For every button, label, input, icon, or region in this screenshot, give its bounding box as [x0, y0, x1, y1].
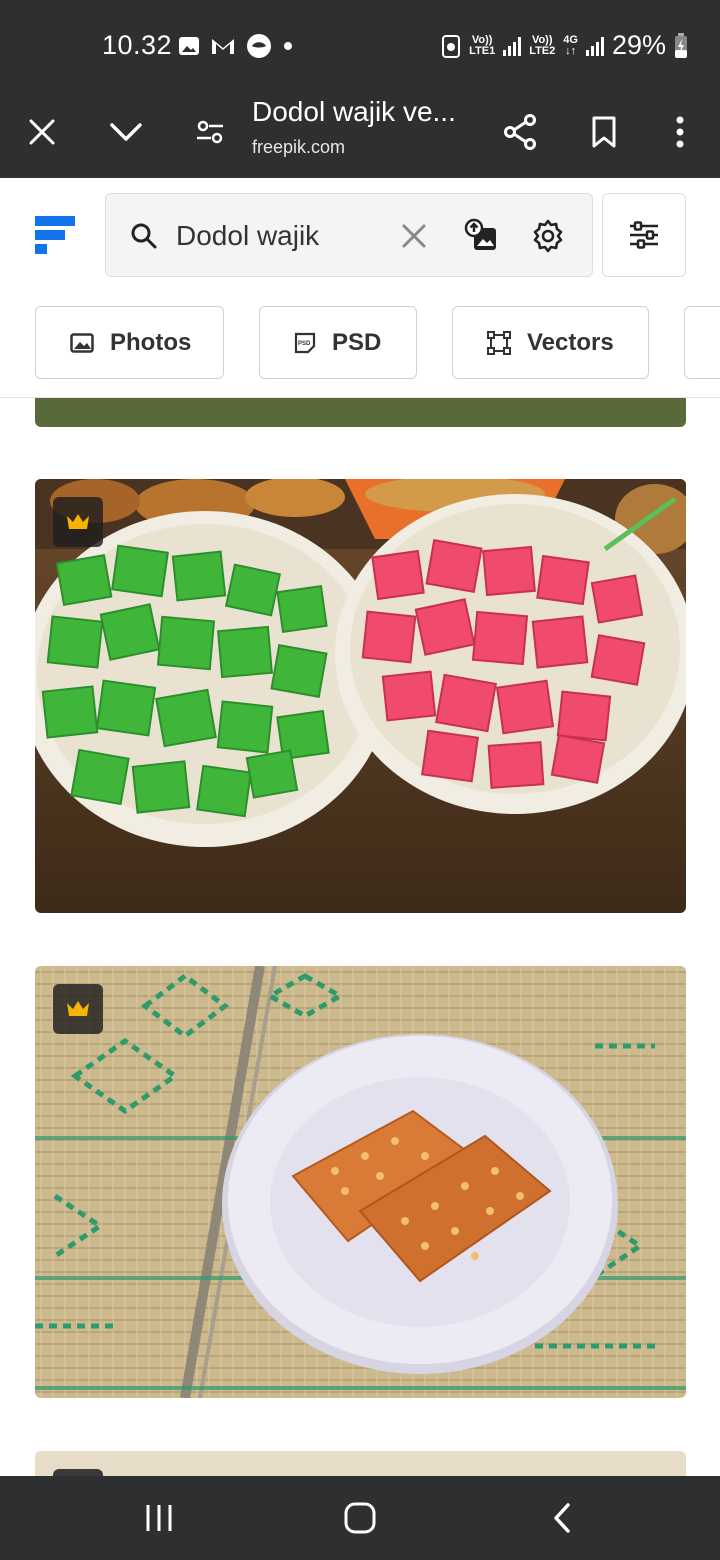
- premium-badge: [53, 984, 103, 1034]
- page-title[interactable]: Dodol wajik ve...: [252, 96, 472, 128]
- chip-photos[interactable]: Photos: [35, 306, 224, 379]
- sliders-icon: [630, 221, 658, 249]
- notification-icons: [178, 33, 294, 59]
- tune-icon: [197, 120, 223, 144]
- promo-banner[interactable]: [35, 398, 686, 427]
- page-domain[interactable]: freepik.com: [252, 137, 345, 158]
- home-button[interactable]: [338, 1496, 382, 1540]
- chip-vectors[interactable]: Vectors: [452, 306, 649, 379]
- freepik-logo-icon[interactable]: [35, 216, 75, 256]
- battery-charging-icon: [675, 32, 687, 58]
- gear-icon[interactable]: [530, 218, 566, 254]
- home-icon: [344, 1502, 376, 1534]
- back-button[interactable]: [540, 1496, 584, 1540]
- crown-icon: [67, 514, 89, 529]
- premium-badge: [53, 497, 103, 547]
- more-options-button[interactable]: [654, 106, 706, 158]
- share-icon: [504, 114, 536, 150]
- crown-icon: [67, 1001, 89, 1016]
- photo-icon: [70, 332, 94, 353]
- back-icon: [554, 1503, 570, 1533]
- close-icon: [29, 119, 55, 145]
- app-notification-icon: [247, 34, 271, 58]
- image-search-icon[interactable]: [464, 218, 500, 254]
- close-tab-button[interactable]: [16, 106, 68, 158]
- search-input[interactable]: [176, 216, 386, 256]
- site-settings-button[interactable]: [184, 106, 236, 158]
- result-image: [35, 966, 686, 1398]
- status-right-group: Vo)) LTE1 Vo)) LTE2 4G ↓↑ 29%: [441, 30, 688, 61]
- network-4g: 4G ↓↑: [563, 33, 578, 57]
- chip-more[interactable]: [684, 306, 720, 379]
- chevron-down-icon: [110, 123, 142, 141]
- gallery-notification-icon: [179, 37, 199, 55]
- category-chips: Photos PSD PSD Vectors: [0, 288, 720, 398]
- clear-search-icon[interactable]: [398, 220, 430, 252]
- svg-text:PSD: PSD: [298, 341, 311, 347]
- minimize-button[interactable]: [100, 106, 152, 158]
- more-vertical-icon: [676, 116, 684, 148]
- result-card[interactable]: [35, 966, 686, 1398]
- dot-icon: [284, 42, 292, 50]
- psd-icon: PSD: [294, 332, 316, 353]
- filters-button[interactable]: [602, 193, 686, 277]
- bookmark-button[interactable]: [578, 106, 630, 158]
- status-time: 10.32: [102, 30, 173, 60]
- recents-icon: [146, 1505, 172, 1531]
- vector-icon: [487, 330, 511, 355]
- network-lte1: Vo)) LTE1: [469, 33, 496, 57]
- share-button[interactable]: [494, 106, 546, 158]
- recycle-icon: [442, 34, 461, 58]
- search-icon: [131, 223, 157, 249]
- search-box[interactable]: [105, 193, 593, 277]
- bookmark-icon: [592, 116, 616, 148]
- signal-bars-icon: [503, 36, 522, 56]
- recents-button[interactable]: [137, 1496, 181, 1540]
- battery-percent: 29%: [611, 30, 666, 60]
- gmail-notification-icon: [212, 39, 234, 54]
- result-card[interactable]: [35, 479, 686, 913]
- site-header: [0, 178, 720, 288]
- chip-psd[interactable]: PSD PSD: [259, 306, 417, 379]
- browser-toolbar: Dodol wajik ve... freepik.com: [0, 90, 720, 178]
- status-bar: 10.32 Vo)) LTE1 Vo)) LTE2 4G ↓↑ 29%: [0, 0, 720, 90]
- signal-bars-icon: [585, 36, 604, 56]
- system-nav-bar: [0, 1476, 720, 1560]
- network-lte2: Vo)) LTE2: [529, 33, 556, 57]
- result-image: [35, 479, 686, 913]
